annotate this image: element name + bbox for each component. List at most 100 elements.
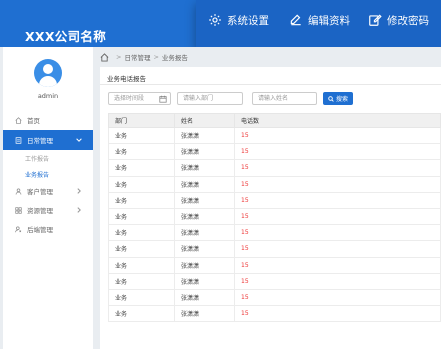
edit-document-icon: [369, 14, 382, 26]
sidebar-subitem-work-report[interactable]: 工作报告: [25, 154, 49, 163]
table-row[interactable]: 业务 张潇潇 15: [108, 191, 441, 209]
time-range-input[interactable]: 选择时间段: [108, 92, 171, 105]
title-divider: [100, 84, 441, 85]
grid-icon: [15, 206, 22, 214]
calendar-icon: [159, 95, 167, 103]
home-icon[interactable]: [100, 52, 109, 62]
cell-name: 张潇潇: [174, 207, 235, 226]
sidebar: admin 首页 日常管理 工作报告 业务报告 客户管理 资源管理 后端管理: [3, 47, 93, 349]
username: admin: [37, 92, 59, 100]
avatar[interactable]: [34, 59, 62, 87]
search-icon: [328, 95, 334, 102]
name-placeholder: 请输入姓名: [258, 95, 289, 102]
top-menu: 系统设置 编辑资料 修改密码: [196, 0, 441, 48]
cell-calls: 15: [234, 175, 441, 193]
document-icon: [15, 136, 22, 144]
user-icon: [15, 187, 22, 194]
table-row[interactable]: 业务 张潇潇 15: [108, 272, 441, 290]
breadcrumb-level2: 业务报告: [161, 54, 188, 62]
system-settings-label: 系统设置: [227, 14, 269, 27]
cell-name: 张潇潇: [174, 159, 235, 177]
sidebar-item-resources[interactable]: 资源管理: [3, 200, 93, 220]
cell-name: 张潇潇: [174, 191, 235, 209]
cell-name: 张潇潇: [174, 224, 235, 242]
cell-department: 业务: [108, 240, 175, 258]
table-row[interactable]: 业务 张潇潇 15: [108, 305, 441, 323]
sidebar-item-label: 客户管理: [27, 188, 53, 196]
breadcrumb-separator: >: [116, 53, 122, 61]
cell-department: 业务: [108, 224, 175, 242]
cell-department: 业务: [108, 207, 175, 226]
cell-calls: 15: [234, 126, 441, 145]
search-button[interactable]: 搜索: [323, 92, 353, 105]
cell-calls: 15: [234, 240, 441, 258]
cell-calls: 15: [234, 256, 441, 274]
edit-profile-button[interactable]: 编辑资料: [289, 11, 350, 29]
breadcrumb: > 日常管理 > 业务报告: [93, 47, 441, 67]
edit-icon: [290, 14, 301, 26]
table-header-row: 部门 姓名 电话数: [108, 113, 441, 128]
cell-department: 业务: [108, 126, 175, 145]
department-placeholder: 请输入部门: [183, 95, 214, 102]
table-row[interactable]: 业务 张潇潇 15: [108, 143, 441, 161]
table-row[interactable]: 业务 张潇潇 15: [108, 256, 441, 274]
table-row[interactable]: 业务 张潇潇 15: [108, 175, 441, 193]
column-header-name[interactable]: 姓名: [174, 113, 235, 128]
cell-calls: 15: [234, 207, 441, 226]
cell-department: 业务: [108, 191, 175, 209]
cell-name: 张潇潇: [174, 143, 235, 161]
column-header-calls[interactable]: 电话数: [234, 113, 441, 128]
cell-name: 张潇潇: [174, 126, 235, 145]
cell-calls: 15: [234, 288, 441, 307]
table-row[interactable]: 业务 张潇潇 15: [108, 207, 441, 226]
table-row[interactable]: 业务 张潇潇 15: [108, 126, 441, 145]
cell-department: 业务: [108, 175, 175, 193]
manage-icon: [15, 225, 22, 232]
column-header-department[interactable]: 部门: [108, 113, 175, 128]
report-table: 部门 姓名 电话数 业务 张潇潇 15 业务 张潇潇 15 业务 张潇潇 15 业务 张潇潇 15 业务…: [108, 113, 441, 323]
chevron-right-icon: [77, 207, 81, 213]
sidebar-item-label: 日常管理: [27, 137, 53, 145]
time-range-placeholder: 选择时间段: [114, 95, 145, 102]
table-row[interactable]: 业务 张潇潇 15: [108, 159, 441, 177]
change-password-label: 修改密码: [387, 14, 429, 27]
cell-calls: 15: [234, 272, 441, 290]
avatar-body-shape: [39, 76, 57, 87]
sidebar-item-label: 资源管理: [27, 207, 53, 215]
cell-department: 业务: [108, 305, 175, 323]
table-row[interactable]: 业务 张潇潇 15: [108, 240, 441, 258]
breadcrumb-separator: >: [153, 53, 159, 61]
page-title: 业务电话报告: [107, 75, 146, 83]
cell-department: 业务: [108, 272, 175, 290]
sidebar-item-customers[interactable]: 客户管理: [3, 181, 93, 201]
sidebar-item-backend[interactable]: 后端管理: [3, 219, 93, 239]
sidebar-item-label: 首页: [27, 117, 40, 125]
cell-department: 业务: [108, 256, 175, 274]
avatar-head-shape: [43, 64, 53, 74]
sidebar-item-daily[interactable]: 日常管理: [3, 130, 93, 150]
cell-calls: 15: [234, 143, 441, 161]
table-row[interactable]: 业务 张潇潇 15: [108, 224, 441, 242]
cell-name: 张潇潇: [174, 288, 235, 307]
cell-name: 张潇潇: [174, 175, 235, 193]
cell-calls: 15: [234, 191, 441, 209]
name-input[interactable]: 请输入姓名: [252, 92, 317, 105]
cell-name: 张潇潇: [174, 272, 235, 290]
cell-department: 业务: [108, 143, 175, 161]
system-settings-button[interactable]: 系统设置: [208, 11, 269, 29]
company-name: XXX公司名称: [25, 29, 107, 44]
change-password-button[interactable]: 修改密码: [368, 11, 429, 29]
chevron-right-icon: [77, 188, 81, 194]
cell-calls: 15: [234, 159, 441, 177]
cell-department: 业务: [108, 159, 175, 177]
main-panel: 业务电话报告 选择时间段 请输入部门 请输入姓名 搜索 部门 姓名 电话数 业务…: [100, 67, 441, 349]
table-row[interactable]: 业务 张潇潇 15: [108, 288, 441, 307]
breadcrumb-level1[interactable]: 日常管理: [124, 52, 150, 62]
sidebar-item-home[interactable]: 首页: [3, 110, 93, 130]
department-input[interactable]: 请输入部门: [177, 92, 243, 105]
sidebar-subitem-business-report[interactable]: 业务报告: [25, 170, 49, 179]
home-icon: [15, 116, 22, 124]
gear-icon: [209, 14, 221, 26]
cell-name: 张潇潇: [174, 256, 235, 274]
sidebar-item-label: 后端管理: [27, 226, 53, 234]
